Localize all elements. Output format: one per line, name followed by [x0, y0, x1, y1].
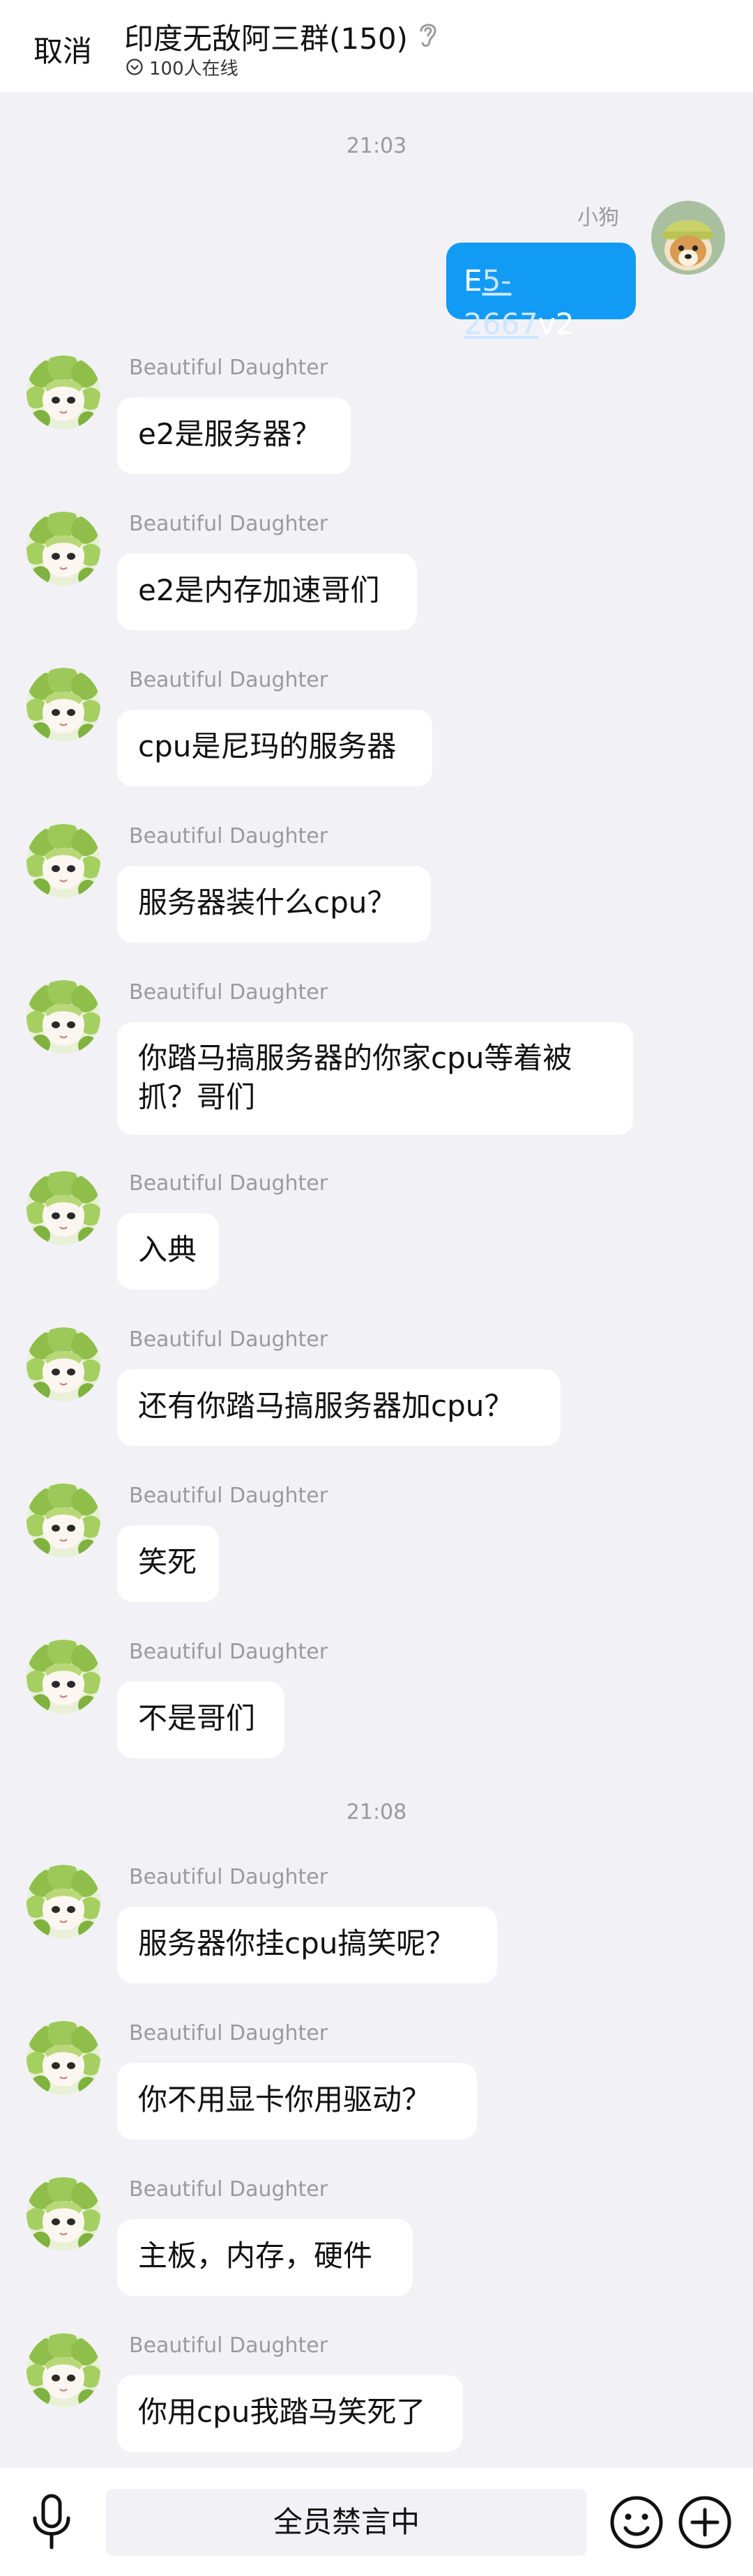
cancel-button[interactable]: 取消 — [33, 28, 92, 70]
message-text: 你不用显卡你用驱动？ — [138, 2082, 432, 2117]
message-bubble[interactable]: 你踏马搞服务器的你家cpu等着被 抓？哥们 — [117, 1022, 633, 1135]
message-text: 你用cpu我踏马笑死了 — [138, 2395, 426, 2429]
ear-icon[interactable] — [416, 18, 441, 49]
chevron-down-circle-icon — [126, 59, 143, 75]
sender-avatar[interactable] — [26, 2177, 100, 2251]
sender-avatar[interactable] — [26, 1171, 100, 1245]
timestamp: 21:08 — [346, 1800, 407, 1824]
message-text: e2是内存加速哥们 — [138, 573, 380, 607]
sender-name: Beautiful Daughter — [129, 1327, 328, 1352]
sender-name: Beautiful Daughter — [129, 356, 328, 380]
sender-avatar[interactable] — [26, 2333, 100, 2407]
message-bubble[interactable]: 还有你踏马搞服务器加cpu？ — [117, 1369, 561, 1446]
microphone-icon[interactable] — [28, 2493, 75, 2550]
sender-avatar[interactable] — [26, 668, 100, 742]
online-count: 100人在线 — [149, 58, 238, 79]
message-bubble[interactable]: 你用cpu我踏马笑死了 — [117, 2375, 463, 2452]
sender-avatar[interactable] — [26, 980, 100, 1054]
message-bubble[interactable]: 不是哥们 — [117, 1682, 284, 1758]
message-bubble[interactable]: e2是服务器？ — [117, 397, 351, 474]
sender-name: Beautiful Daughter — [129, 1171, 328, 1196]
sender-name: Beautiful Daughter — [129, 2177, 328, 2202]
sender-avatar[interactable] — [26, 1484, 100, 1557]
message-text: 服务器你挂cpu搞笑呢？ — [138, 1926, 455, 1960]
message-bubble[interactable]: cpu是尼玛的服务器 — [117, 710, 432, 786]
timestamp: 21:03 — [346, 134, 407, 158]
sender-avatar[interactable] — [26, 824, 100, 898]
message-bubble[interactable]: 主板，内存，硬件 — [117, 2219, 413, 2296]
sender-name: Beautiful Daughter — [129, 1865, 328, 1889]
message-text: 入典 — [138, 1233, 197, 1267]
message-text: 笑死 — [138, 1545, 197, 1579]
message-bubble[interactable]: 服务器装什么cpu？ — [117, 866, 431, 943]
message-bubble[interactable]: e2是内存加速哥们 — [117, 554, 417, 630]
online-status[interactable]: 100人在线 — [126, 54, 238, 79]
self-avatar[interactable] — [651, 201, 725, 275]
message-bubble[interactable]: 入典 — [117, 1213, 219, 1290]
message-text: cpu是尼玛的服务器 — [138, 729, 397, 763]
message-text: 不是哥们 — [138, 1701, 256, 1735]
sender-name: Beautiful Daughter — [129, 2333, 328, 2358]
emoji-icon[interactable] — [609, 2494, 664, 2550]
sender-avatar[interactable] — [26, 512, 100, 586]
sender-avatar[interactable] — [26, 1640, 100, 1714]
self-message-suffix: v2 — [538, 307, 575, 341]
message-text: 还有你踏马搞服务器加cpu？ — [138, 1389, 514, 1423]
sender-avatar[interactable] — [26, 1865, 100, 1939]
chat-header: 取消 印度无敌阿三群(150) 100人在线 — [0, 0, 753, 92]
message-bubble[interactable]: 服务器你挂cpu搞笑呢？ — [117, 1907, 497, 1983]
message-text: e2是服务器？ — [138, 417, 321, 451]
group-title[interactable]: 印度无敌阿三群(150) — [124, 15, 408, 58]
message-bubble[interactable]: 笑死 — [117, 1525, 219, 1602]
message-text-line: 抓？哥们 — [138, 1080, 256, 1114]
sender-name: Beautiful Daughter — [129, 512, 328, 536]
message-text-line: 你踏马搞服务器的你家cpu等着被 — [138, 1041, 572, 1075]
input-bar: 全员禁言中 — [0, 2468, 753, 2576]
sender-name: Beautiful Daughter — [129, 824, 328, 848]
sender-avatar[interactable] — [26, 356, 100, 429]
sender-name: Beautiful Daughter — [129, 1640, 328, 1664]
message-text: 主板，内存，硬件 — [138, 2239, 373, 2273]
self-message-prefix: E — [464, 264, 482, 298]
plus-icon[interactable] — [677, 2494, 733, 2550]
sender-name: Beautiful Daughter — [129, 668, 328, 692]
sender-avatar[interactable] — [26, 2021, 100, 2095]
self-message-bubble[interactable]: E5-2667v2 — [446, 243, 636, 341]
self-sender-name: 小狗 — [577, 206, 619, 230]
message-bubble[interactable]: 你不用显卡你用驱动？ — [117, 2063, 477, 2140]
sender-name: Beautiful Daughter — [129, 980, 328, 1005]
sender-avatar[interactable] — [26, 1327, 100, 1401]
message-text: 服务器装什么cpu？ — [138, 885, 397, 920]
muted-notice: 全员禁言中 — [106, 2489, 587, 2556]
sender-name: Beautiful Daughter — [129, 2021, 328, 2045]
sender-name: Beautiful Daughter — [129, 1484, 328, 1508]
